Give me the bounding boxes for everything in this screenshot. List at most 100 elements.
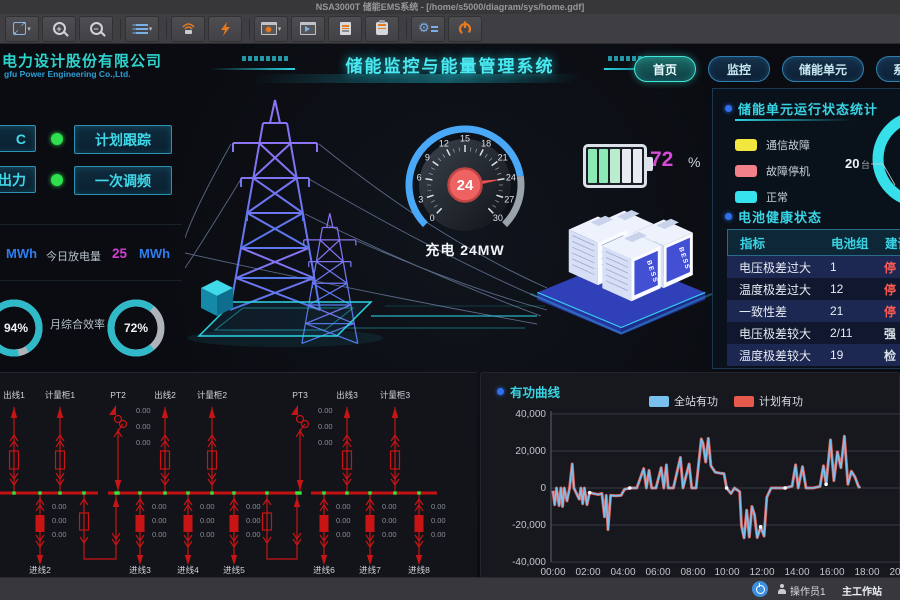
svg-text:计量柜2: 计量柜2 bbox=[197, 390, 228, 400]
charge-unit: MWh bbox=[6, 246, 37, 261]
play-window-button[interactable] bbox=[291, 16, 325, 42]
nav-monitor[interactable]: 监控 bbox=[708, 56, 770, 82]
comm-antenna-button[interactable] bbox=[171, 16, 205, 42]
svg-text:3: 3 bbox=[418, 194, 423, 204]
svg-text:9: 9 bbox=[425, 153, 430, 163]
breaker-closed-symbol[interactable] bbox=[36, 495, 45, 565]
svg-text:0.00: 0.00 bbox=[52, 530, 67, 539]
breaker-closed-symbol[interactable] bbox=[184, 495, 193, 565]
chevron-down-icon: ▾ bbox=[27, 25, 31, 33]
fit-screen-icon: ↗↙ bbox=[13, 22, 26, 35]
svg-text:0.00: 0.00 bbox=[246, 502, 261, 511]
breaker-closed-symbol[interactable] bbox=[136, 495, 145, 565]
nav-storage-unit[interactable]: 储能单元 bbox=[782, 56, 864, 82]
feeder-symbol[interactable] bbox=[293, 495, 301, 551]
antenna-icon bbox=[181, 22, 196, 35]
legend-swatch-red bbox=[735, 165, 757, 177]
table-row[interactable]: 一致性差 21 停 bbox=[727, 300, 900, 322]
display-settings-icon bbox=[261, 22, 277, 35]
feeder-symbol[interactable] bbox=[56, 407, 65, 491]
power-off-button[interactable] bbox=[448, 16, 482, 42]
svg-text:15: 15 bbox=[460, 134, 470, 144]
agc-document-button[interactable] bbox=[328, 16, 362, 42]
svg-text:0.00: 0.00 bbox=[431, 530, 446, 539]
feeder-symbol[interactable] bbox=[291, 405, 309, 491]
breaker-closed-symbol[interactable] bbox=[415, 495, 424, 565]
toolbar-separator bbox=[249, 19, 250, 39]
legend-item-normal[interactable]: 正常 bbox=[735, 189, 788, 205]
svg-text:0.00: 0.00 bbox=[152, 530, 167, 539]
primary-freq-button[interactable]: 一次调频 bbox=[74, 166, 172, 195]
window-titlebar[interactable]: NSA3000T 储能EMS系统 - [/home/s5000/diagram/… bbox=[0, 0, 900, 14]
session-power-button[interactable] bbox=[752, 581, 768, 597]
oneline-diagram[interactable]: 出线1计量柜1PT2出线2计量柜2PT3出线3计量柜30.000.000.000… bbox=[0, 373, 477, 578]
table-row[interactable]: 温度极差过大 12 停 bbox=[727, 278, 900, 300]
list-view-button[interactable]: ▾ bbox=[125, 16, 159, 42]
breaker-closed-symbol[interactable] bbox=[320, 495, 329, 565]
workstation-name[interactable]: 主工作站 bbox=[842, 583, 882, 598]
feeder-symbol[interactable] bbox=[343, 407, 352, 491]
display-window-button[interactable]: ▾ bbox=[254, 16, 288, 42]
svg-text:进线4: 进线4 bbox=[177, 565, 199, 575]
svg-text:0.00: 0.00 bbox=[318, 422, 333, 431]
svg-text:0.00: 0.00 bbox=[136, 406, 151, 415]
legend-item-comm-fault[interactable]: 通信故障 bbox=[735, 137, 810, 153]
power-flash-button[interactable] bbox=[208, 16, 242, 42]
svg-text:进线7: 进线7 bbox=[359, 565, 381, 575]
plan-tracking-button[interactable]: 计划跟踪 bbox=[74, 125, 172, 154]
feeder-symbol[interactable] bbox=[109, 405, 127, 491]
charge-caption: 充电 24MW bbox=[395, 240, 535, 260]
operator-name: 操作员1 bbox=[790, 583, 826, 598]
output-mode-button[interactable]: 出力 bbox=[0, 166, 36, 193]
svg-text:0.00: 0.00 bbox=[318, 406, 333, 415]
zoom-in-icon: + bbox=[53, 22, 66, 35]
svg-text:0: 0 bbox=[540, 483, 546, 494]
zoom-out-icon: − bbox=[90, 22, 103, 35]
feeder-symbol[interactable] bbox=[10, 407, 19, 491]
svg-text:0.00: 0.00 bbox=[382, 516, 397, 525]
feeder-symbol[interactable] bbox=[208, 407, 217, 491]
company-name-cn: 电力设计股份有限公司 bbox=[2, 50, 162, 71]
unit-status-donut: 20 台 bbox=[833, 111, 900, 221]
agc-mode-button[interactable]: C bbox=[0, 125, 36, 152]
feeder-symbol[interactable] bbox=[161, 407, 170, 491]
svg-text:PT3: PT3 bbox=[292, 390, 308, 400]
zoom-in-button[interactable]: + bbox=[42, 16, 76, 42]
breaker-open-symbol[interactable] bbox=[80, 495, 89, 551]
svg-text:进线8: 进线8 bbox=[408, 565, 430, 575]
legend-item-fault-stop[interactable]: 故障停机 bbox=[735, 163, 810, 179]
breaker-closed-symbol[interactable] bbox=[366, 495, 375, 565]
feeder-symbol[interactable] bbox=[112, 495, 120, 551]
settings-button[interactable]: ⚙ bbox=[411, 16, 445, 42]
toolbar-separator bbox=[166, 19, 167, 39]
nav-system-status[interactable]: 系统状态 bbox=[876, 56, 900, 82]
svg-text:0.00: 0.00 bbox=[246, 516, 261, 525]
list-view-icon bbox=[132, 24, 148, 34]
zoom-out-button[interactable]: − bbox=[79, 16, 113, 42]
status-dot-green bbox=[51, 133, 63, 145]
divider bbox=[0, 224, 182, 225]
ems-dashboard-window: NSA3000T 储能EMS系统 - [/home/s5000/diagram/… bbox=[0, 0, 900, 600]
table-header-row: 指标 电池组 建议 bbox=[727, 229, 900, 256]
table-row[interactable]: 电压极差过大 1 停 bbox=[727, 256, 900, 278]
agc-clipboard-button[interactable] bbox=[365, 16, 399, 42]
fit-screen-button[interactable]: ↗↙ ▾ bbox=[5, 16, 39, 42]
svg-text:进线3: 进线3 bbox=[129, 565, 151, 575]
gauge-value: 24 bbox=[457, 177, 474, 194]
svg-text:0.00: 0.00 bbox=[382, 502, 397, 511]
toolbar-separator bbox=[120, 19, 121, 39]
bess-containers bbox=[531, 210, 712, 335]
feeder-symbol[interactable] bbox=[391, 407, 400, 491]
donut-unit: 台 bbox=[861, 159, 870, 170]
svg-text:30: 30 bbox=[493, 213, 503, 223]
active-power-chart[interactable]: 40,000 20,000 0 -20,000 -40,000 00:00 02… bbox=[481, 373, 900, 578]
discharge-value: 25 bbox=[112, 246, 127, 261]
bullet-icon bbox=[725, 213, 732, 220]
breaker-open-symbol[interactable] bbox=[263, 495, 272, 551]
breaker-closed-symbol[interactable] bbox=[230, 495, 239, 565]
toolbar-separator bbox=[406, 19, 407, 39]
efficiency-gauge-left: 94% bbox=[0, 296, 46, 360]
bullet-icon bbox=[725, 105, 732, 112]
table-row[interactable]: 温度极差较大 19 检 bbox=[727, 344, 900, 366]
table-row[interactable]: 电压极差较大 2/11 强 bbox=[727, 322, 900, 344]
